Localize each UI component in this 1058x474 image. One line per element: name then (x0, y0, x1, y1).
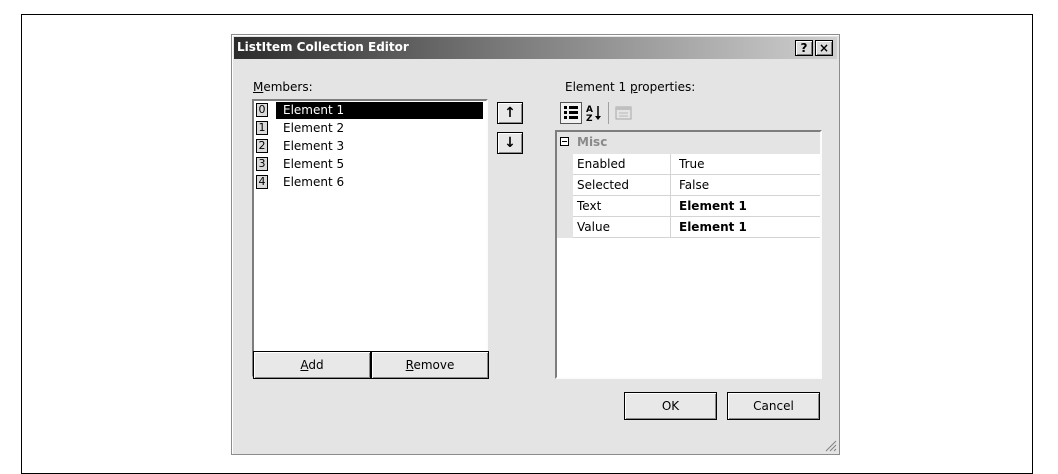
property-row-enabled[interactable]: Enabled True (557, 154, 820, 175)
property-row-text[interactable]: Text Element 1 (557, 196, 820, 217)
row-gutter (557, 154, 573, 175)
property-value[interactable]: Element 1 (672, 217, 818, 237)
svg-text:Z: Z (586, 114, 593, 124)
properties-label: Element 1 properties: (565, 80, 696, 94)
property-name: Enabled (573, 154, 671, 174)
resize-grip-icon[interactable] (824, 439, 837, 452)
row-gutter (557, 217, 573, 238)
property-value[interactable]: False (672, 175, 818, 195)
list-item-label: Element 2 (283, 121, 345, 135)
move-down-button[interactable]: ↓ (497, 132, 523, 154)
property-row-value[interactable]: Value Element 1 (557, 217, 820, 238)
category-row-misc[interactable]: Misc (557, 132, 820, 154)
row-gutter (557, 196, 573, 217)
collapse-icon[interactable] (560, 137, 569, 146)
list-item-label: Element 3 (283, 139, 345, 153)
property-pages-icon-glyph (615, 106, 632, 120)
cancel-button[interactable]: Cancel (727, 392, 820, 420)
property-name: Text (573, 196, 671, 216)
move-up-button[interactable]: ↑ (497, 102, 523, 124)
listitem-collection-editor-dialog: ListItem Collection Editor ? × Members: … (231, 34, 840, 455)
alphabetical-icon[interactable]: A Z (583, 102, 605, 124)
toolbar-separator (608, 102, 609, 124)
row-gutter (557, 175, 573, 196)
members-label: Members: (253, 80, 313, 94)
list-item[interactable]: 1 Element 2 (255, 120, 483, 137)
categorized-icon[interactable] (560, 102, 582, 124)
list-item-label: Element 6 (283, 175, 345, 189)
list-item[interactable]: 0 Element 1 (255, 102, 483, 119)
list-item[interactable]: 2 Element 3 (255, 138, 483, 155)
dialog-title: ListItem Collection Editor (237, 40, 409, 54)
close-button[interactable]: × (815, 40, 833, 56)
ok-button[interactable]: OK (624, 392, 717, 420)
index-badge: 4 (256, 175, 268, 189)
categorized-icon-glyph (564, 106, 578, 119)
property-name: Selected (573, 175, 671, 195)
title-bar[interactable]: ListItem Collection Editor ? × (234, 37, 837, 59)
add-button[interactable]: Add (253, 351, 371, 379)
property-value[interactable]: True (672, 154, 818, 174)
remove-button[interactable]: Remove (371, 351, 489, 379)
list-item-label: Element 5 (283, 157, 345, 171)
list-item[interactable]: 3 Element 5 (255, 156, 483, 173)
property-grid[interactable]: Misc Enabled True Selected False Text El… (555, 130, 822, 379)
property-name: Value (573, 217, 671, 237)
help-button[interactable]: ? (795, 40, 813, 56)
property-row-selected[interactable]: Selected False (557, 175, 820, 196)
list-item-label: Element 1 (276, 102, 483, 119)
members-list[interactable]: 0 Element 1 1 Element 2 2 Element 3 3 El… (252, 99, 488, 377)
list-item[interactable]: 4 Element 6 (255, 174, 483, 191)
index-badge: 3 (256, 157, 268, 171)
index-badge: 2 (256, 139, 268, 153)
alphabetical-icon-glyph: A Z (586, 105, 601, 124)
category-label: Misc (577, 135, 608, 149)
index-badge: 0 (256, 103, 268, 117)
property-pages-icon[interactable] (613, 102, 635, 124)
property-value[interactable]: Element 1 (672, 196, 818, 216)
index-badge: 1 (256, 121, 268, 135)
